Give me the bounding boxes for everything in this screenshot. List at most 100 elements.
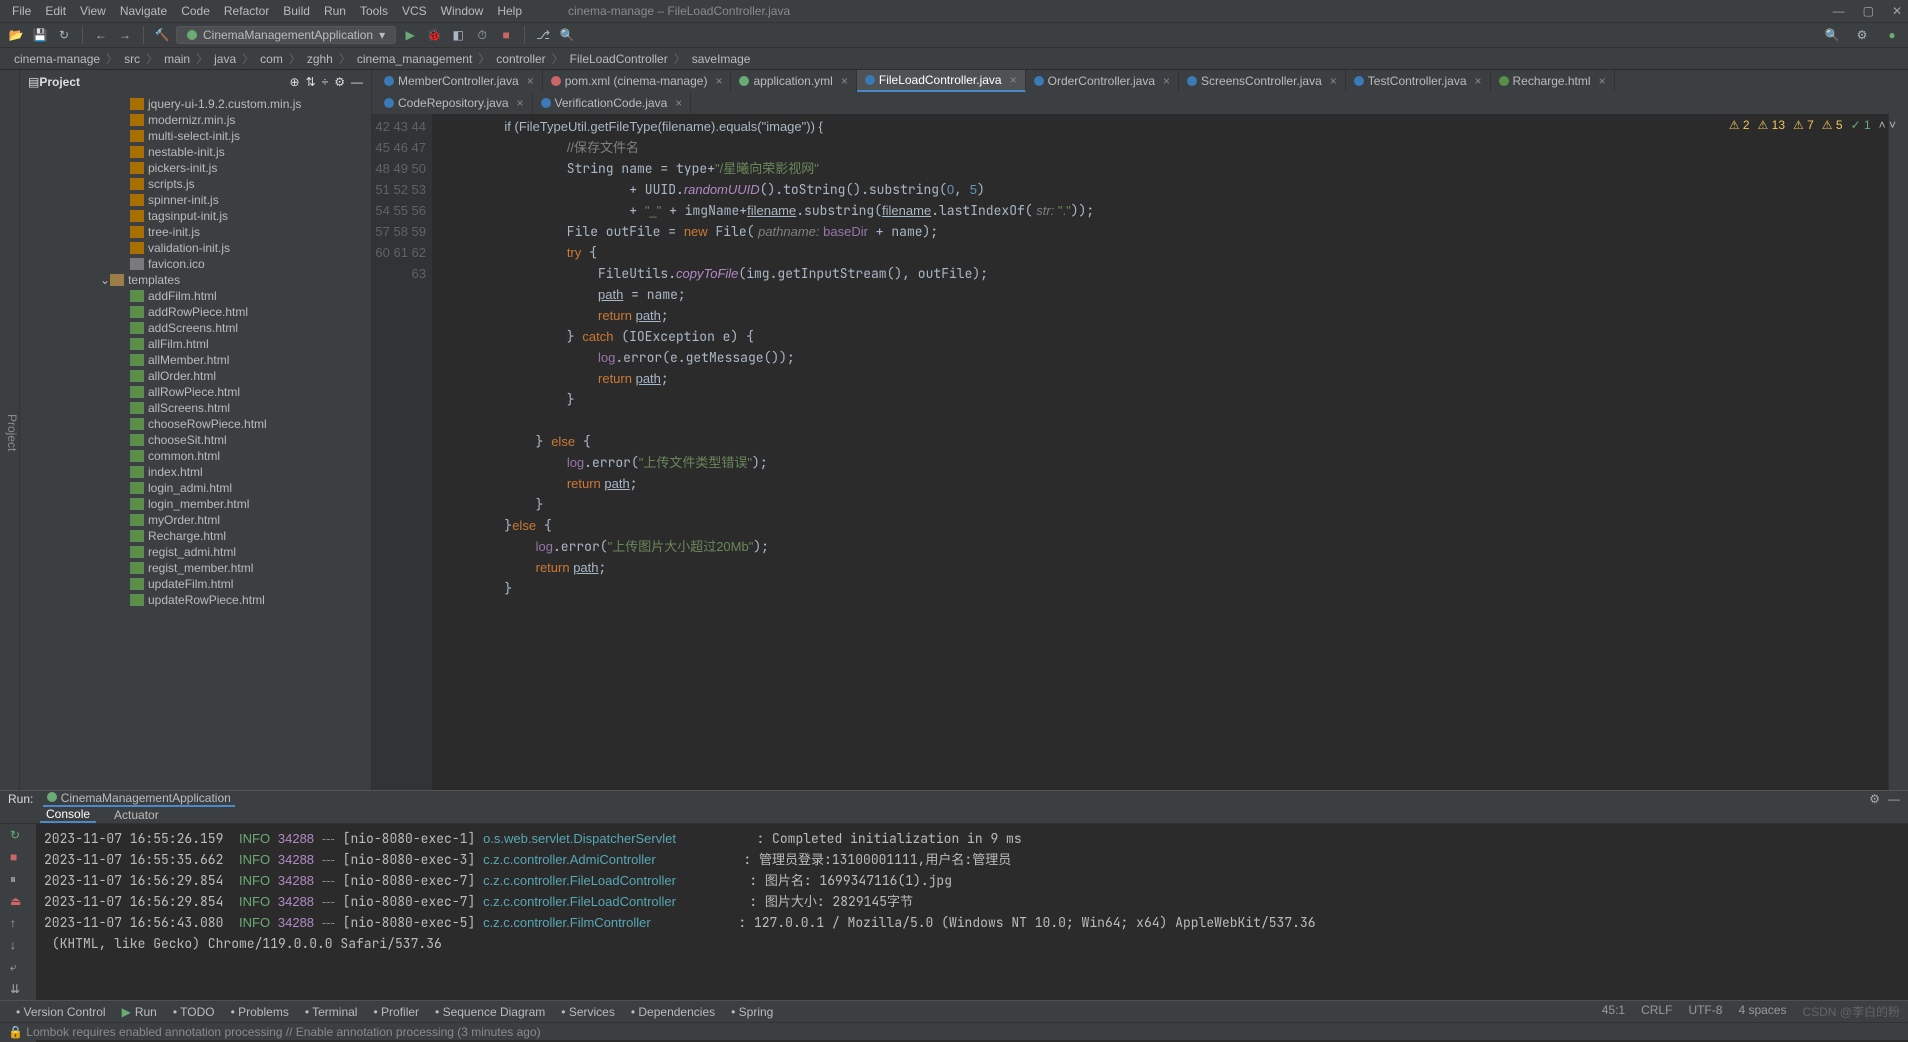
wrap-icon[interactable]: ⤶ — [10, 960, 26, 976]
breadcrumb-item[interactable]: zghh — [303, 52, 337, 66]
run-hide-icon[interactable]: — — [1888, 792, 1900, 806]
tree-item[interactable]: pickers-init.js — [20, 160, 371, 176]
tree-item[interactable]: scripts.js — [20, 176, 371, 192]
close-icon[interactable]: ✕ — [1892, 4, 1902, 18]
menu-code[interactable]: Code — [175, 2, 216, 20]
inspections-widget[interactable]: ⚠ 2 ⚠ 13 ⚠ 7 ⚠ 5 ✓ 1 ˄ ˅ — [1729, 118, 1896, 132]
tab-close-icon[interactable]: × — [1163, 74, 1170, 88]
editor-tab[interactable]: FileLoadController.java× — [857, 70, 1026, 92]
tree-item[interactable]: ⌄ templates — [20, 272, 371, 288]
menu-refactor[interactable]: Refactor — [218, 2, 275, 20]
avatar-icon[interactable]: ● — [1882, 25, 1902, 45]
tree-item[interactable]: chooseSit.html — [20, 432, 371, 448]
tree-item[interactable]: regist_member.html — [20, 560, 371, 576]
stop-icon[interactable]: ■ — [10, 850, 26, 866]
tree-item[interactable]: index.html — [20, 464, 371, 480]
breadcrumb-item[interactable]: cinema-manage — [10, 52, 104, 66]
tree-item[interactable]: validation-init.js — [20, 240, 371, 256]
tree-item[interactable]: myOrder.html — [20, 512, 371, 528]
tree-item[interactable]: login_admi.html — [20, 480, 371, 496]
run-app-name[interactable]: CinemaManagementApplication — [43, 791, 234, 807]
tree-item[interactable]: addRowPiece.html — [20, 304, 371, 320]
toolwindow-sequence-diagram[interactable]: • Sequence Diagram — [427, 1005, 553, 1019]
run-icon[interactable]: ▶ — [400, 25, 420, 45]
editor-tab[interactable]: Recharge.html× — [1491, 70, 1615, 92]
tab-close-icon[interactable]: × — [1330, 74, 1337, 88]
code-editor[interactable]: ⚠ 2 ⚠ 13 ⚠ 7 ⚠ 5 ✓ 1 ˄ ˅ 42 43 44 45 46 … — [372, 114, 1908, 790]
breadcrumb-item[interactable]: main — [160, 52, 194, 66]
scroll-icon[interactable]: ⇊ — [10, 982, 26, 998]
tree-item[interactable]: allRowPiece.html — [20, 384, 371, 400]
tree-item[interactable]: updateFilm.html — [20, 576, 371, 592]
locate-icon[interactable]: ⊕ — [290, 75, 300, 89]
minimize-icon[interactable]: — — [1833, 4, 1845, 18]
settings-icon[interactable]: ⚙ — [1852, 25, 1872, 45]
expand-icon[interactable]: ⇅ — [306, 75, 316, 89]
menu-navigate[interactable]: Navigate — [114, 2, 173, 20]
code-content[interactable]: if (FileTypeUtil.getFileType(filename).e… — [432, 114, 1888, 790]
status-indicator[interactable]: 45:1 — [1602, 1003, 1625, 1020]
run-tab-actuator[interactable]: Actuator — [108, 808, 165, 822]
tree-item[interactable]: updateRowPiece.html — [20, 592, 371, 608]
menu-view[interactable]: View — [74, 2, 112, 20]
editor-tab[interactable]: CodeRepository.java× — [376, 92, 533, 114]
menu-vcs[interactable]: VCS — [396, 2, 433, 20]
down-icon[interactable]: ↓ — [10, 938, 26, 954]
menu-tools[interactable]: Tools — [354, 2, 394, 20]
editor-tab[interactable]: OrderController.java× — [1026, 70, 1179, 92]
tree-item[interactable]: favicon.ico — [20, 256, 371, 272]
status-indicator[interactable]: CRLF — [1641, 1003, 1672, 1020]
breadcrumb-item[interactable]: src — [120, 52, 144, 66]
tree-item[interactable]: common.html — [20, 448, 371, 464]
forward-icon[interactable]: → — [115, 25, 135, 45]
tree-item[interactable]: addScreens.html — [20, 320, 371, 336]
tab-close-icon[interactable]: × — [527, 74, 534, 88]
tab-close-icon[interactable]: × — [1010, 73, 1017, 87]
tree-item[interactable]: allFilm.html — [20, 336, 371, 352]
vcs-icon[interactable]: ⎇ — [533, 25, 553, 45]
run-config-selector[interactable]: CinemaManagementApplication ▾ — [176, 26, 396, 44]
left-toolwindow-stripe[interactable]: Project — [0, 70, 20, 790]
stop-icon[interactable]: ■ — [496, 25, 516, 45]
tree-item[interactable]: tagsinput-init.js — [20, 208, 371, 224]
tab-close-icon[interactable]: × — [715, 74, 722, 88]
maximize-icon[interactable]: ▢ — [1863, 4, 1874, 18]
tree-item[interactable]: modernizr.min.js — [20, 112, 371, 128]
tree-item[interactable]: nestable-init.js — [20, 144, 371, 160]
back-icon[interactable]: ← — [91, 25, 111, 45]
build-icon[interactable]: 🔨 — [152, 25, 172, 45]
toolwindow-run[interactable]: ▶ Run — [114, 1005, 165, 1019]
status-indicator[interactable]: UTF-8 — [1688, 1003, 1722, 1020]
rerun-icon[interactable]: ↻ — [10, 828, 26, 844]
tree-item[interactable]: spinner-init.js — [20, 192, 371, 208]
menu-edit[interactable]: Edit — [39, 2, 72, 20]
toolwindow-version-control[interactable]: • Version Control — [8, 1005, 114, 1019]
hide-icon[interactable]: — — [351, 75, 363, 89]
tree-item[interactable]: jquery-ui-1.9.2.custom.min.js — [20, 96, 371, 112]
search-everywhere-icon[interactable]: 🔍 — [1822, 25, 1842, 45]
editor-tab[interactable]: MemberController.java× — [376, 70, 543, 92]
pause-icon[interactable]: ⏸ — [10, 872, 26, 888]
breadcrumb-item[interactable]: FileLoadController — [566, 52, 672, 66]
menu-help[interactable]: Help — [491, 2, 528, 20]
editor-tab[interactable]: ScreensController.java× — [1179, 70, 1346, 92]
breadcrumb-item[interactable]: controller — [492, 52, 549, 66]
editor-tab[interactable]: VerificationCode.java× — [533, 92, 692, 114]
tab-close-icon[interactable]: × — [1475, 74, 1482, 88]
menu-window[interactable]: Window — [435, 2, 490, 20]
status-indicator[interactable]: 4 spaces — [1738, 1003, 1786, 1020]
toolwindow-profiler[interactable]: • Profiler — [365, 1005, 427, 1019]
editor-tab[interactable]: TestController.java× — [1346, 70, 1491, 92]
breadcrumb-item[interactable]: cinema_management — [353, 52, 476, 66]
toolwindow-terminal[interactable]: • Terminal — [297, 1005, 366, 1019]
open-icon[interactable]: 📂 — [6, 25, 26, 45]
collapse-icon[interactable]: ÷ — [322, 75, 329, 89]
up-icon[interactable]: ↑ — [10, 916, 26, 932]
tree-item[interactable]: allOrder.html — [20, 368, 371, 384]
tab-close-icon[interactable]: × — [841, 74, 848, 88]
debug-icon[interactable]: 🐞 — [424, 25, 444, 45]
tab-close-icon[interactable]: × — [517, 96, 524, 110]
run-tab-console[interactable]: Console — [40, 807, 96, 823]
tree-item[interactable]: login_member.html — [20, 496, 371, 512]
refresh-icon[interactable]: ↻ — [54, 25, 74, 45]
